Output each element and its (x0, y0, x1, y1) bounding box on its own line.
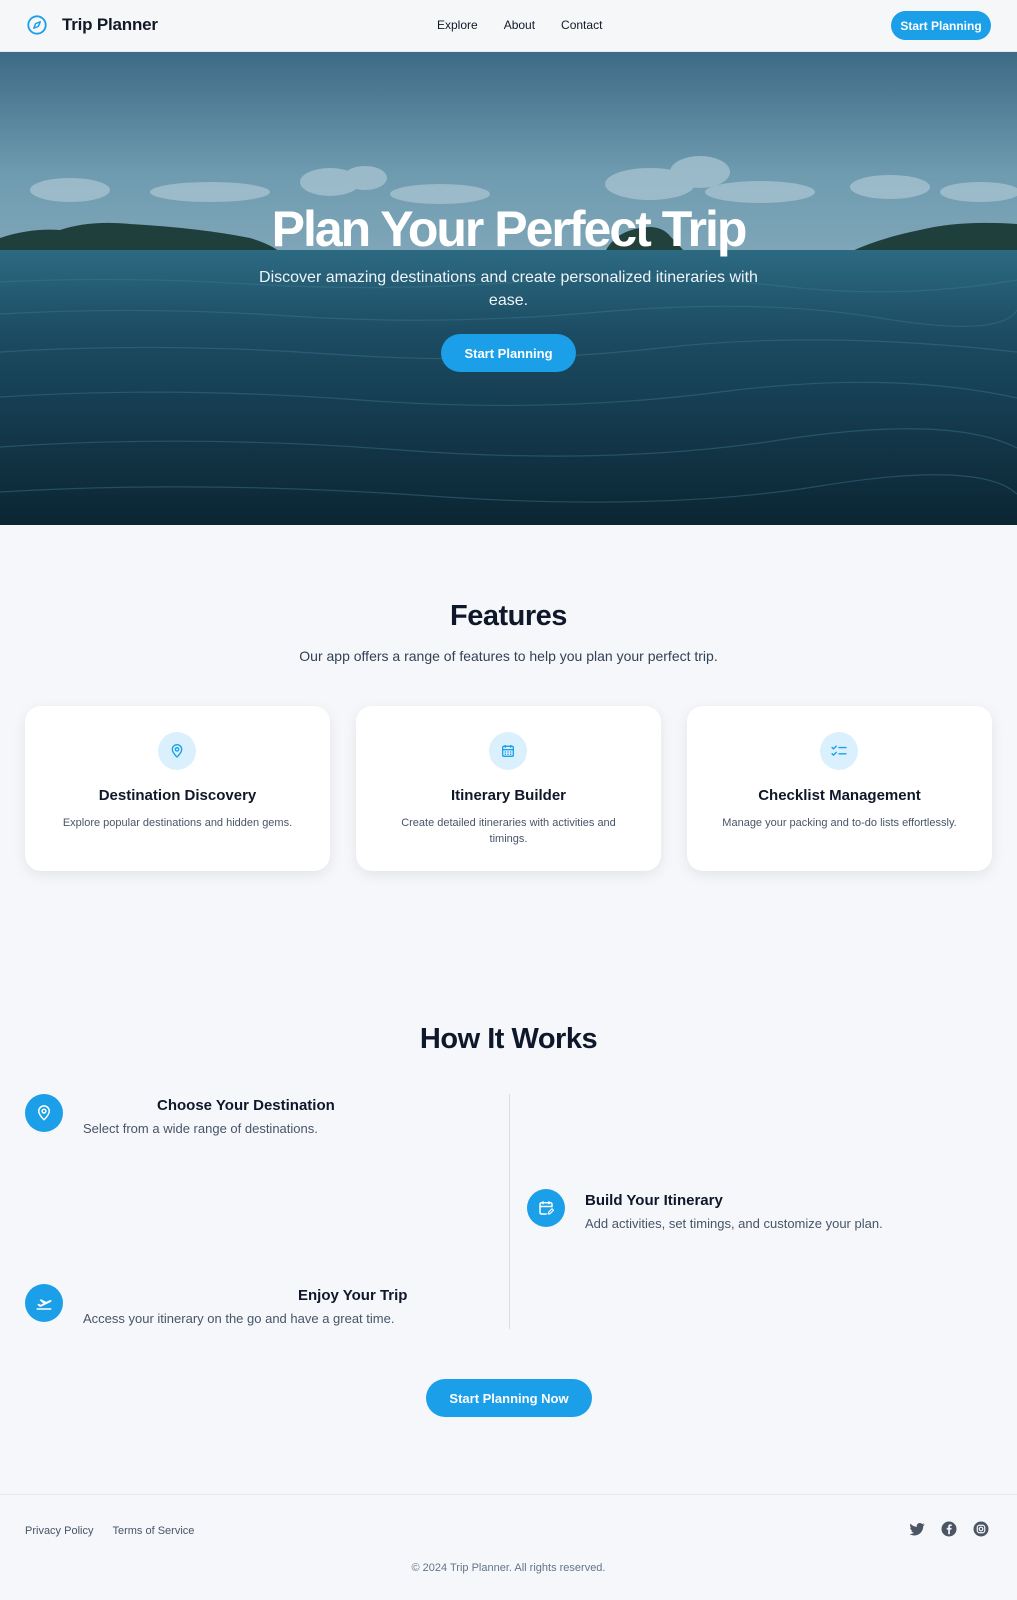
feature-icon-wrapper (820, 732, 858, 770)
feature-card-destination-discovery: Destination Discovery Explore popular de… (25, 706, 330, 871)
feature-card-title: Checklist Management (758, 787, 921, 804)
how-it-works-title: How It Works (419, 1023, 598, 1055)
step-icon-wrapper (25, 1284, 63, 1322)
step-title: Enjoy Your Trip (298, 1287, 408, 1304)
nav-about[interactable]: About (504, 18, 535, 32)
map-pin-icon (38, 1105, 50, 1121)
footer-divider (0, 1494, 1017, 1495)
footer-links: Privacy Policy Terms of Service (25, 1525, 194, 1537)
checklist-icon (831, 745, 847, 756)
calendar-icon (502, 745, 514, 757)
feature-card-description: Create detailed itineraries with activit… (401, 817, 616, 845)
step-description: Access your itinerary on the go and have… (83, 1311, 395, 1326)
instagram-icon[interactable] (972, 1520, 990, 1538)
site-header: Trip Planner Explore About Contact Start… (0, 0, 1017, 52)
plane-departure-icon (36, 1299, 52, 1310)
brand-name: Trip Planner (62, 15, 158, 34)
header-start-planning-button[interactable]: Start Planning (891, 11, 991, 40)
main-nav: Explore About Contact (437, 18, 602, 32)
hero-section: Plan Your Perfect Trip Discover amazing … (0, 52, 1017, 525)
facebook-icon[interactable] (940, 1520, 958, 1538)
feature-card-checklist-management: Checklist Management Manage your packing… (687, 706, 992, 871)
hero-subtitle: Discover amazing destinations and create… (259, 269, 758, 309)
calendar-edit-icon (539, 1201, 555, 1215)
timeline-divider (509, 1094, 510, 1329)
hero-title: Plan Your Perfect Trip (271, 201, 748, 257)
start-planning-now-button[interactable]: Start Planning Now (426, 1379, 592, 1417)
step-title: Choose Your Destination (157, 1097, 335, 1114)
map-pin-icon (171, 744, 183, 758)
feature-icon-wrapper (158, 732, 196, 770)
step-icon-wrapper (527, 1189, 565, 1227)
feature-card-itinerary-builder: Itinerary Builder Create detailed itiner… (356, 706, 661, 871)
copyright: © 2024 Trip Planner. All rights reserved… (411, 1562, 606, 1574)
nav-explore[interactable]: Explore (437, 18, 478, 32)
nav-contact[interactable]: Contact (561, 18, 602, 32)
terms-of-service-link[interactable]: Terms of Service (112, 1525, 194, 1537)
step-description: Select from a wide range of destinations… (83, 1121, 318, 1136)
feature-card-description: Explore popular destinations and hidden … (62, 817, 293, 829)
feature-card-title: Destination Discovery (98, 787, 257, 804)
feature-icon-wrapper (489, 732, 527, 770)
step-icon-wrapper (25, 1094, 63, 1132)
features-subtitle: Our app offers a range of features to he… (299, 648, 718, 664)
step-description: Add activities, set timings, and customi… (585, 1216, 883, 1231)
brand[interactable]: Trip Planner (26, 14, 158, 36)
compass-icon (27, 15, 47, 35)
feature-card-description: Manage your packing and to-do lists effo… (722, 817, 957, 829)
privacy-policy-link[interactable]: Privacy Policy (25, 1525, 93, 1537)
step-title: Build Your Itinerary (585, 1192, 723, 1209)
social-links (908, 1520, 990, 1538)
feature-card-title: Itinerary Builder (450, 787, 567, 804)
twitter-icon[interactable] (908, 1520, 926, 1538)
hero-start-planning-button[interactable]: Start Planning (441, 334, 576, 372)
features-title: Features (450, 600, 567, 632)
